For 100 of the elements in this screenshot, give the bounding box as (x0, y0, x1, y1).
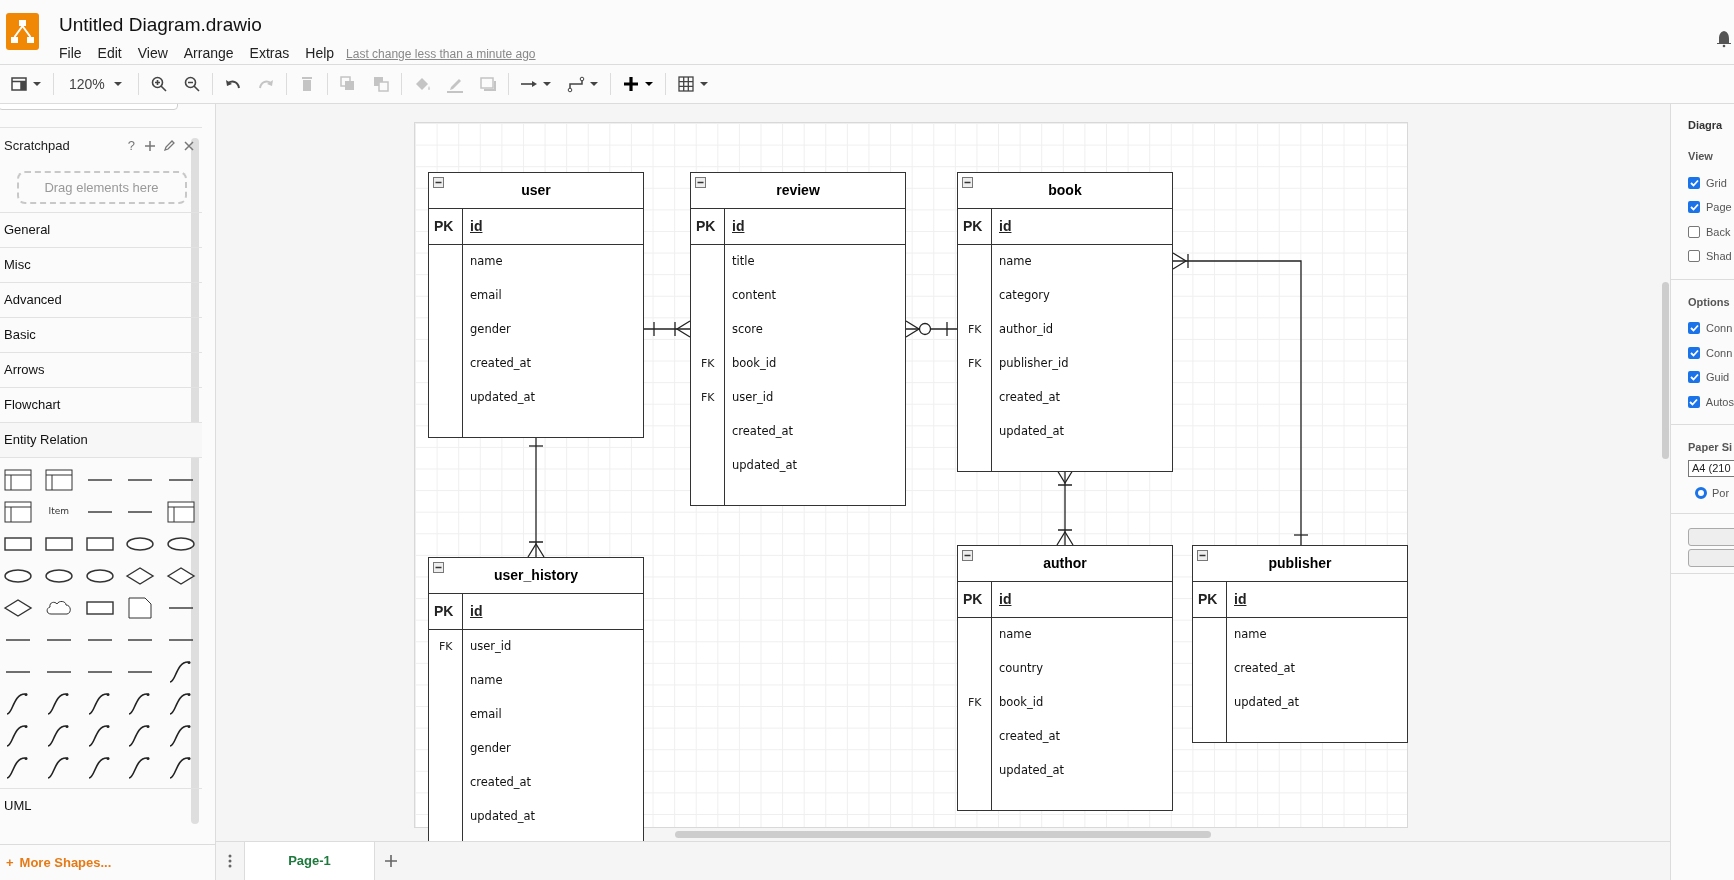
field-name: created_at (470, 774, 532, 792)
section-title: Paper Si (1688, 440, 1734, 455)
category-header[interactable]: UML (0, 788, 202, 823)
key-label: PK (434, 217, 454, 236)
option-label: Conn (1706, 345, 1733, 361)
zoom-out-icon[interactable] (182, 75, 201, 93)
menu-item[interactable]: Arrange (183, 43, 234, 64)
menu-item[interactable]: View (137, 43, 168, 64)
collapse-icon[interactable] (1197, 550, 1208, 561)
zoom-in-icon[interactable] (149, 75, 168, 93)
field-name: user_id (732, 389, 774, 407)
key-label: FK (968, 694, 982, 711)
add-page-icon[interactable] (385, 855, 397, 867)
entity-table[interactable]: publisher PK id name created_at updated_at (1192, 545, 1408, 743)
checkbox[interactable] (1688, 346, 1700, 359)
checkbox[interactable] (1688, 225, 1700, 238)
entity-table[interactable]: user PK id name email gender created_at updated_at (428, 172, 644, 438)
help-link[interactable]: ? (127, 135, 135, 156)
checkbox[interactable] (1688, 322, 1700, 335)
panel-title: Diagra (1688, 118, 1724, 133)
field-name: updated_at (732, 457, 798, 475)
more-icon[interactable] (228, 854, 232, 868)
checkbox[interactable] (1688, 250, 1700, 263)
table-icon[interactable] (676, 75, 695, 93)
zoom-dropdown[interactable]: 120% (63, 70, 129, 98)
option-label: Page (1706, 200, 1732, 215)
table-shape-icon[interactable] (3, 500, 33, 524)
category-header[interactable]: Basic (0, 317, 202, 352)
bell-icon[interactable] (1716, 30, 1732, 48)
table-shape-icon[interactable] (166, 500, 197, 524)
check-icon (1689, 373, 1699, 382)
plus-icon[interactable] (621, 75, 640, 93)
radio-button[interactable] (1695, 486, 1707, 499)
entity-table[interactable]: author PK id name country FK book_id created_at updated_at (957, 545, 1173, 811)
field-name: id (999, 590, 1012, 609)
page-tab[interactable]: Page-1 (244, 842, 375, 880)
field-name: id (732, 217, 745, 236)
checkbox[interactable] (1688, 371, 1700, 384)
diamond-shape-icon[interactable] (125, 564, 156, 588)
check-icon (1689, 178, 1699, 187)
menu-item[interactable]: File (59, 43, 82, 64)
scrollbar-thumb[interactable] (675, 831, 1211, 838)
collapse-icon[interactable] (433, 177, 444, 188)
diamond-shape-icon[interactable] (166, 564, 197, 588)
category-header[interactable]: Arrows (0, 352, 202, 387)
collapse-icon[interactable] (962, 550, 973, 561)
scrollbar-thumb[interactable] (1662, 282, 1669, 459)
table-title: book (1048, 181, 1082, 200)
key-label: PK (696, 217, 716, 236)
caret-icon (643, 80, 654, 88)
collapse-icon[interactable] (695, 177, 706, 188)
field-name: updated_at (999, 762, 1065, 780)
field-name: gender (470, 740, 511, 758)
field-name: name (999, 626, 1032, 644)
last-change-link[interactable]: Last change less than a minute ago (346, 44, 536, 63)
waypoint-icon[interactable] (566, 75, 585, 93)
key-label: FK (968, 321, 982, 338)
key-label: FK (439, 638, 453, 655)
key-label: PK (434, 602, 454, 621)
close-icon[interactable] (184, 140, 194, 151)
field-name: user_id (470, 638, 512, 656)
entity-table[interactable]: user_history PK id FK user_id name email gender created_at updated_at (428, 557, 644, 841)
field-name: updated_at (470, 389, 536, 407)
option-label: Guid (1706, 370, 1730, 385)
menu-item[interactable]: Help (305, 43, 335, 64)
field-name: title (732, 253, 755, 271)
pencil-icon[interactable] (164, 140, 175, 151)
category-header[interactable]: General (0, 212, 202, 247)
category-header[interactable]: Entity Relation (0, 422, 202, 458)
field-name: created_at (999, 389, 1061, 407)
table-title: user_history (493, 566, 578, 585)
checkbox[interactable] (1688, 201, 1700, 214)
collapse-icon[interactable] (962, 177, 973, 188)
table-shape-icon[interactable] (43, 468, 74, 492)
checkbox[interactable] (1688, 395, 1700, 408)
field-name: updated_at (999, 423, 1065, 441)
option-label: Grid (1706, 175, 1727, 191)
shape-thumbnail[interactable]: Item (43, 496, 74, 528)
checkbox[interactable] (1688, 176, 1700, 189)
field-name: email (470, 706, 502, 724)
key-label: PK (963, 217, 983, 236)
category-header[interactable]: Misc (0, 247, 202, 282)
collapse-icon[interactable] (433, 562, 444, 573)
paper-size-dropdown[interactable]: A4 (210 (1688, 459, 1734, 477)
menu-item[interactable]: Edit (97, 43, 122, 64)
menu-item[interactable]: Extras (249, 43, 290, 64)
field-name: country (999, 660, 1043, 678)
table-title: review (776, 181, 820, 200)
table-title: user (521, 181, 551, 200)
table-shape-icon[interactable] (3, 468, 33, 492)
key-label: FK (968, 355, 982, 372)
entity-table[interactable]: book PK id name category FK author_id FK publisher_id created_at updated_at (957, 172, 1173, 472)
category-header[interactable]: Advanced (0, 282, 202, 317)
entity-table[interactable]: review PK id title content score FK book_id FK user_id created_at updated_at (690, 172, 906, 506)
layout-icon[interactable] (10, 75, 28, 93)
option-label: Autos (1705, 394, 1734, 410)
scrollbar-thumb[interactable] (191, 138, 199, 824)
diamond-shape-icon[interactable] (3, 596, 33, 620)
field-name: id (470, 602, 483, 621)
document-title[interactable]: Untitled Diagram.drawio (59, 13, 536, 37)
